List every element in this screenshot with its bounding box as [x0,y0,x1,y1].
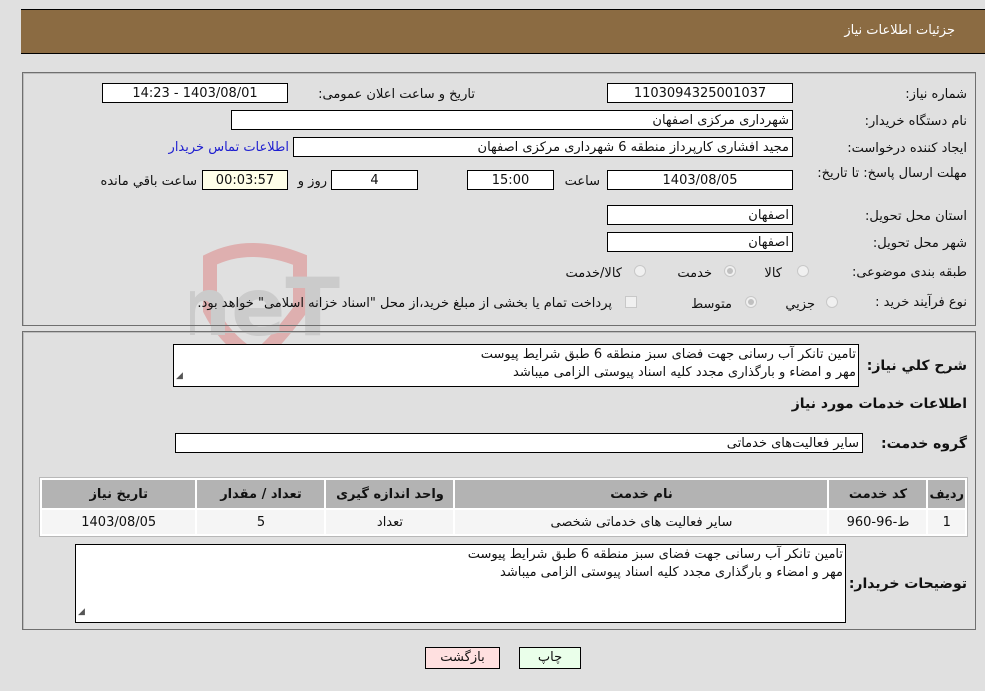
description-textarea[interactable]: تامین تانکر آب رسانی جهت فضای سبز منطقه … [173,344,859,387]
col-row-number: رديف [928,480,965,508]
description-line-1: تامین تانکر آب رسانی جهت فضای سبز منطقه … [480,347,856,362]
city-field: اصفهان [607,232,793,252]
buyer-notes-label: توضيحات خريدار: [848,576,967,592]
purchase-radio-minor[interactable] [826,296,838,308]
city-label: شهر محل تحویل: [872,236,967,251]
province-label: استان محل تحویل: [865,209,967,224]
purchase-radio-medium[interactable] [745,296,757,308]
category-option-service: خدمت [677,266,712,281]
deadline-label: مهلت ارسال پاسخ: تا تاریخ: [817,166,967,181]
buyer-org-field: شهرداری مرکزی اصفهان [231,110,793,130]
col-service-name: نام خدمت [455,480,828,508]
time-remaining-field: 00:03:57 [202,170,288,190]
service-group-field: سایر فعالیت‌های خدماتی [175,433,863,453]
need-number-label: شماره نیاز: [905,87,967,102]
cell-service-code: ط-96-960 [829,510,927,534]
requester-label: ایجاد کننده درخواست: [847,141,967,156]
page-title: جزئیات اطلاعات نیاز [844,23,955,38]
time-remaining-label: ساعت باقي مانده [100,174,197,189]
cell-unit: تعداد [326,510,454,534]
purchase-option-minor: جزيي [785,297,815,312]
page-header: جزئیات اطلاعات نیاز [21,9,985,54]
back-button[interactable]: بازگشت [425,647,500,669]
col-unit: واحد اندازه گيری [326,480,454,508]
requester-field: مجید افشاری کارپرداز منطقه 6 شهرداری مرک… [293,137,793,157]
days-label: روز و [297,174,327,189]
deadline-time-field: 15:00 [467,170,554,190]
purchase-option-medium: متوسط [691,297,732,312]
deadline-time-label: ساعت [564,174,600,189]
buyer-contact-link[interactable]: اطلاعات تماس خریدار [169,140,289,155]
buyer-org-label: نام دستگاه خریدار: [864,114,967,129]
category-label: طبقه بندی موضوعی: [851,265,967,280]
table-header-row: رديف کد خدمت نام خدمت واحد اندازه گيری ت… [42,480,965,508]
buyer-notes-textarea[interactable]: تامین تانکر آب رسانی جهت فضای سبز منطقه … [75,544,846,623]
treasury-checkbox[interactable] [625,296,637,308]
category-option-goods: کالا [764,266,782,281]
print-button[interactable]: چاپ [519,647,581,669]
buyer-notes-line-2: مهر و امضاء و بارگذاری مجدد کلیه اسناد پ… [500,565,843,580]
cell-row-number: 1 [928,510,965,534]
cell-service-name: سایر فعالیت های خدماتی شخصی [455,510,828,534]
province-field: اصفهان [607,205,793,225]
resize-grip-icon[interactable]: ◢ [78,603,85,621]
purchase-type-label: نوع فرآیند خرید : [875,295,967,310]
services-section-title: اطلاعات خدمات مورد نياز [791,396,967,412]
treasury-note: پرداخت تمام یا بخشی از مبلغ خرید،از محل … [197,296,612,311]
col-quantity: تعداد / مقدار [197,480,325,508]
description-label: شرح کلي نياز: [866,358,967,374]
category-option-goods-service: کالا/خدمت [565,266,622,281]
col-need-date: تاريخ نياز [42,480,196,508]
category-radio-goods-service[interactable] [634,265,646,277]
service-group-label: گروه خدمت: [881,436,967,452]
table-row: 1 ط-96-960 سایر فعالیت های خدماتی شخصی ت… [42,510,965,534]
announce-datetime-field: 1403/08/01 - 14:23 [102,83,288,103]
need-number-field: 1103094325001037 [607,83,793,103]
cell-quantity: 5 [197,510,325,534]
cell-need-date: 1403/08/05 [42,510,196,534]
category-radio-service[interactable] [724,265,736,277]
buyer-notes-line-1: تامین تانکر آب رسانی جهت فضای سبز منطقه … [467,547,843,562]
resize-grip-icon[interactable]: ◢ [176,367,183,385]
col-service-code: کد خدمت [829,480,927,508]
category-radio-goods[interactable] [797,265,809,277]
days-remaining-field: 4 [331,170,418,190]
services-table: رديف کد خدمت نام خدمت واحد اندازه گيری ت… [39,477,968,537]
deadline-date-field: 1403/08/05 [607,170,793,190]
announce-datetime-label: تاریخ و ساعت اعلان عمومی: [318,87,475,102]
description-line-2: مهر و امضاء و بارگذاری مجدد کلیه اسناد پ… [513,365,856,380]
